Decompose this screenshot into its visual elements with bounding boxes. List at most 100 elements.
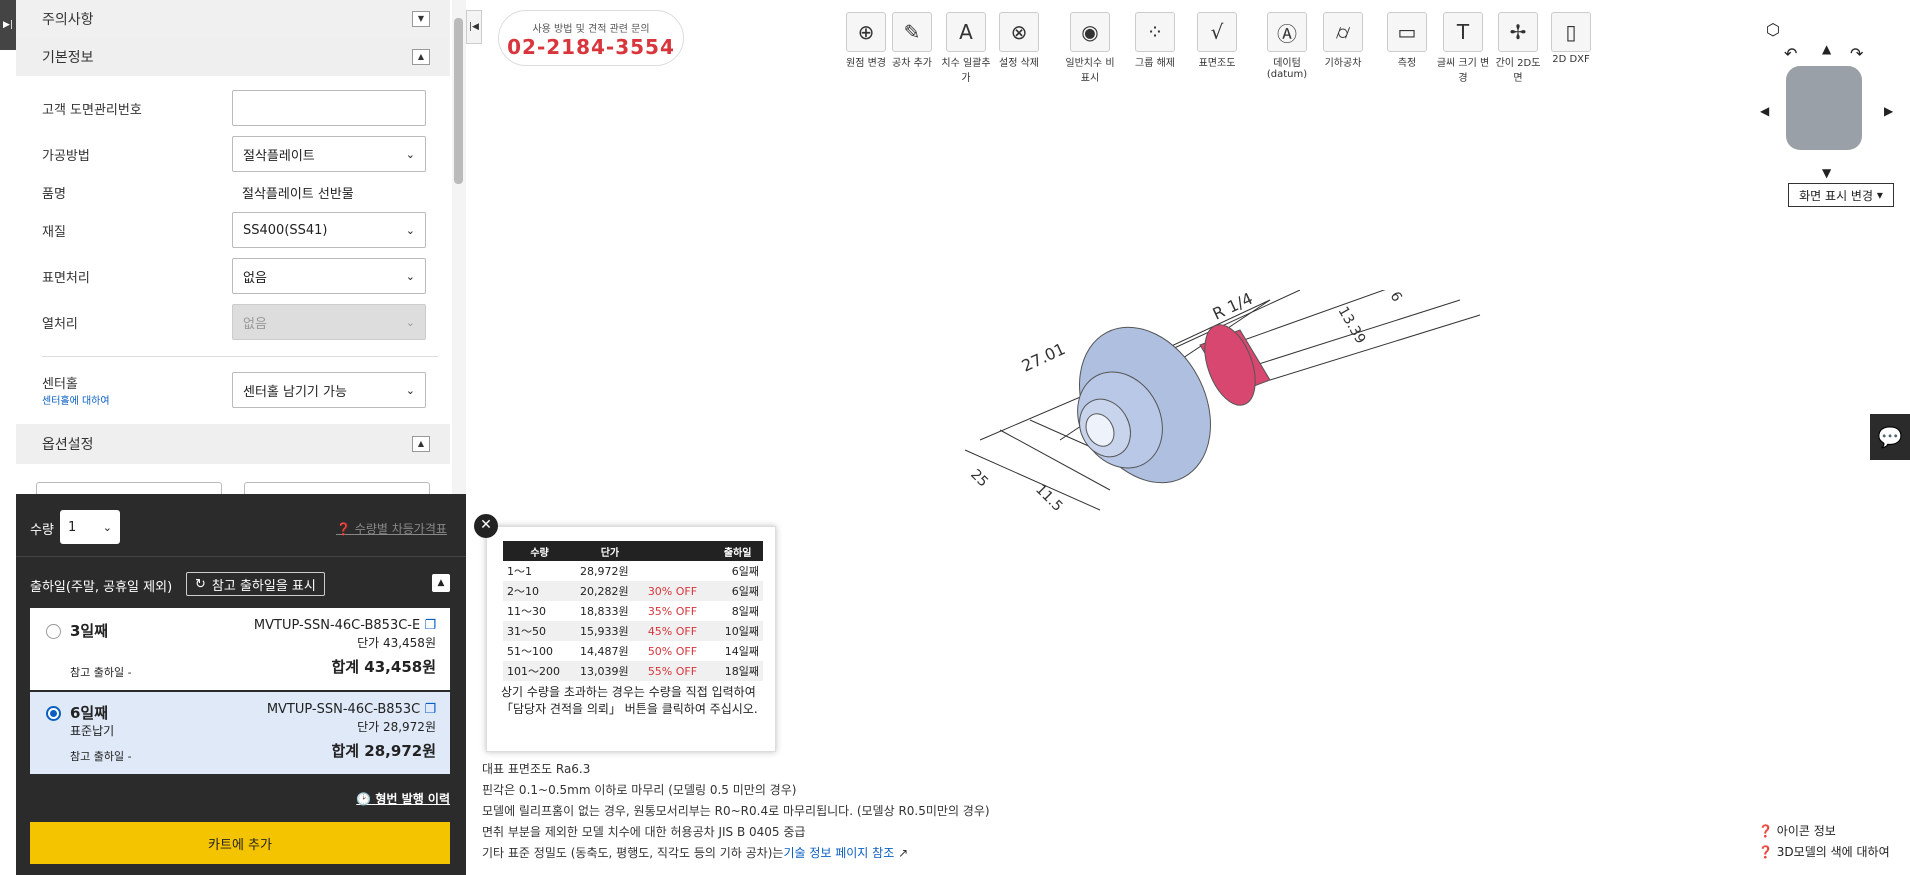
toolbar-button[interactable]: A 치수 일괄추가 bbox=[939, 12, 993, 84]
divider bbox=[42, 356, 438, 357]
chevron-down-icon: ⌄ bbox=[102, 520, 112, 534]
toolbar-label: 설정 삭제 bbox=[999, 58, 1039, 69]
price-note: 상기 수량을 초과하는 경우는 수량을 직접 입력하여 「담당자 견적을 의뢰」… bbox=[501, 685, 758, 716]
center-label: 센터홀 bbox=[42, 377, 78, 392]
material-label: 재질 bbox=[42, 224, 66, 240]
option-select-1[interactable] bbox=[36, 482, 222, 494]
close-icon[interactable]: ✕ bbox=[474, 514, 498, 538]
dimension-add-icon: A bbox=[946, 12, 986, 52]
note-line: 면취 부분을 제외한 모델 치수에 대한 허용공차 JIS B 0405 중급 bbox=[482, 825, 806, 839]
icon-info-link[interactable]: ❓ 아이콘 정보 bbox=[1758, 822, 1836, 839]
rotate-right-icon[interactable]: ↷ bbox=[1850, 44, 1863, 63]
field-surface: 표면처리 없음 ⌄ bbox=[42, 258, 438, 294]
center-select[interactable]: 센터홀 남기기 가능 ⌄ bbox=[232, 372, 426, 408]
price-cell: 50% OFF bbox=[647, 644, 698, 658]
unit-price: 단가 43,458원 bbox=[357, 636, 436, 650]
arrow-left-icon[interactable]: ◀ bbox=[1760, 104, 1769, 118]
ship-option-radio[interactable] bbox=[46, 706, 61, 721]
surface-roughness-icon: √ bbox=[1197, 12, 1237, 52]
price-cell: 51～100 bbox=[507, 645, 553, 658]
toolbar-button[interactable]: ✎ 공차 추가 bbox=[885, 12, 939, 69]
toolbar-label: 간이 2D도면 bbox=[1495, 58, 1541, 84]
section-basic[interactable]: 기본정보 ▲ bbox=[16, 38, 450, 76]
drawing-no-label: 고객 도면관리번호 bbox=[42, 102, 142, 118]
copy-icon[interactable]: ❐ bbox=[424, 618, 436, 633]
rotate-left-icon[interactable]: ↶ bbox=[1784, 44, 1797, 63]
ungroup-icon: ⁘ bbox=[1135, 12, 1175, 52]
ship-option-card[interactable]: 6일째 표준납기 MVTUP-SSN-46C-B853C ❐ 단가 28,972… bbox=[30, 692, 450, 774]
simple-2d-icon: ✢ bbox=[1498, 12, 1538, 52]
collapse-up-icon[interactable]: ▲ bbox=[412, 49, 430, 65]
collapse-up-icon[interactable]: ▲ bbox=[412, 436, 430, 452]
center-info-link[interactable]: 센터홀에 대하여 bbox=[42, 392, 232, 407]
arrow-up-icon[interactable]: ▲ bbox=[1822, 42, 1831, 56]
section-options[interactable]: 옵션설정 ▲ bbox=[16, 424, 450, 464]
add-to-cart-button[interactable]: 카트에 추가 bbox=[30, 822, 450, 864]
display-change-select[interactable]: 화면 표시 변경 ▾ bbox=[1788, 183, 1894, 207]
tech-info-link[interactable]: 기술 정보 페이지 참조 bbox=[783, 846, 894, 860]
toolbar-button[interactable]: ⁘ 그룹 해제 bbox=[1128, 12, 1182, 69]
collapse-down-icon[interactable]: ▼ bbox=[412, 11, 430, 27]
history-link[interactable]: 🕑 형번 발행 이력 bbox=[356, 790, 450, 807]
unit-price: 단가 28,972원 bbox=[357, 720, 436, 734]
dim-label: 13.39 bbox=[1335, 304, 1369, 347]
section-notice[interactable]: 주의사항 ▼ bbox=[16, 0, 450, 38]
surface-select[interactable]: 없음 ⌄ bbox=[232, 258, 426, 294]
field-drawing-no: 고객 도면관리번호 bbox=[42, 90, 438, 126]
toolbar-button[interactable]: ▯ 2D DXF bbox=[1544, 12, 1598, 65]
qty-select[interactable]: 1 ⌄ bbox=[60, 510, 120, 544]
toolbar-button[interactable]: ✢ 간이 2D도면 bbox=[1491, 12, 1545, 84]
toolbar-label: 공차 추가 bbox=[892, 58, 932, 69]
qty-label: 수량 bbox=[30, 523, 54, 538]
field-center: 센터홀 센터홀에 대하여 센터홀 남기기 가능 ⌄ bbox=[42, 372, 438, 408]
price-cell: 15,933원 bbox=[576, 621, 644, 641]
price-cell: 8일째 bbox=[731, 605, 759, 618]
toolbar-button[interactable]: T 글씨 크기 변경 bbox=[1436, 12, 1490, 84]
ref-ship-date: 참고 출하일 - bbox=[70, 750, 132, 763]
toolbar-button[interactable]: ⊗ 설정 삭제 bbox=[992, 12, 1046, 69]
copy-icon[interactable]: ❐ bbox=[424, 702, 436, 717]
price-row: 11～30 18,833원 35% OFF 8일째 bbox=[503, 601, 763, 621]
chat-icon[interactable]: 💬 bbox=[1870, 414, 1910, 460]
price-cell: 14,487원 bbox=[580, 645, 629, 658]
toolbar-label: 기하공차 bbox=[1324, 58, 1362, 69]
scroll-thumb[interactable] bbox=[454, 18, 463, 184]
form-scrollbar[interactable] bbox=[452, 0, 466, 494]
toolbar-button[interactable]: √ 표면조도 bbox=[1190, 12, 1244, 69]
toolbar-button[interactable]: ◉ 일반치수 비표시 bbox=[1063, 12, 1117, 84]
collapse-up-icon[interactable]: ▲ bbox=[432, 574, 450, 592]
ship-option-card[interactable]: 3일째 MVTUP-SSN-46C-B853C-E ❐ 단가 43,458원 참… bbox=[30, 608, 450, 690]
center-label-group: 센터홀 센터홀에 대하여 bbox=[42, 373, 232, 407]
process-select[interactable]: 절삭플레이트 ⌄ bbox=[232, 136, 426, 172]
price-cell: 18,833원 bbox=[580, 605, 629, 618]
note-line: 기타 표준 정밀도 (동축도, 평행도, 직각도 등의 기하 공차)는기술 정보… bbox=[482, 846, 909, 860]
ship-option-radio[interactable] bbox=[46, 624, 61, 639]
arrow-right-icon[interactable]: ▶ bbox=[1884, 104, 1893, 118]
option-select-2[interactable] bbox=[244, 482, 430, 494]
collapse-panel-button[interactable]: |◀ bbox=[466, 10, 482, 44]
contact-box: 사용 방법 및 견적 관련 문의 02-2184-3554 bbox=[498, 10, 684, 66]
panel-toggle-button[interactable]: ▶| bbox=[0, 0, 16, 50]
part-3d-view[interactable]: 27.01 R 1/4 13.39 6 11.5 25 bbox=[940, 290, 1500, 620]
toolbar-button[interactable]: Ⓐ 데이텀 (datum) bbox=[1260, 12, 1314, 80]
tolerance-add-icon: ✎ bbox=[892, 12, 932, 52]
price-cell: 1～1 bbox=[507, 565, 532, 578]
field-material: 재질 SS400(SS41) ⌄ bbox=[42, 212, 438, 248]
help-icon: ❓ bbox=[336, 522, 351, 536]
toolbar-label: 2D DXF bbox=[1552, 54, 1590, 65]
model-color-link[interactable]: ❓ 3D모델의 색에 대하여 bbox=[1758, 843, 1890, 860]
ship-days: 3일째 bbox=[70, 622, 109, 640]
view-cube-widget[interactable]: ⬡ ↶ ▲ ↷ ◀ ▶ ▼ bbox=[1760, 20, 1893, 180]
toolbar-button[interactable]: ⌭ 기하공차 bbox=[1316, 12, 1370, 69]
ref-ship-button[interactable]: ↻ 참고 출하일을 표시 bbox=[186, 572, 325, 596]
price-table-link[interactable]: ❓ 수량별 차등가격표 bbox=[336, 520, 447, 537]
dxf-icon: ▯ bbox=[1551, 12, 1591, 52]
spec-form: 주의사항 ▼ 기본정보 ▲ 고객 도면관리번호 가공방법 절삭플레이트 ⌄ 품명 … bbox=[16, 0, 450, 494]
material-select[interactable]: SS400(SS41) ⌄ bbox=[232, 212, 426, 248]
toolbar-button[interactable]: ▭ 측정 bbox=[1380, 12, 1434, 69]
price-cell: 31～50 bbox=[503, 621, 577, 641]
arrow-down-icon[interactable]: ▼ bbox=[1822, 166, 1831, 180]
cube-icon[interactable]: ⬡ bbox=[1766, 20, 1780, 39]
view-cube[interactable] bbox=[1786, 66, 1862, 150]
drawing-no-input[interactable] bbox=[232, 90, 426, 126]
